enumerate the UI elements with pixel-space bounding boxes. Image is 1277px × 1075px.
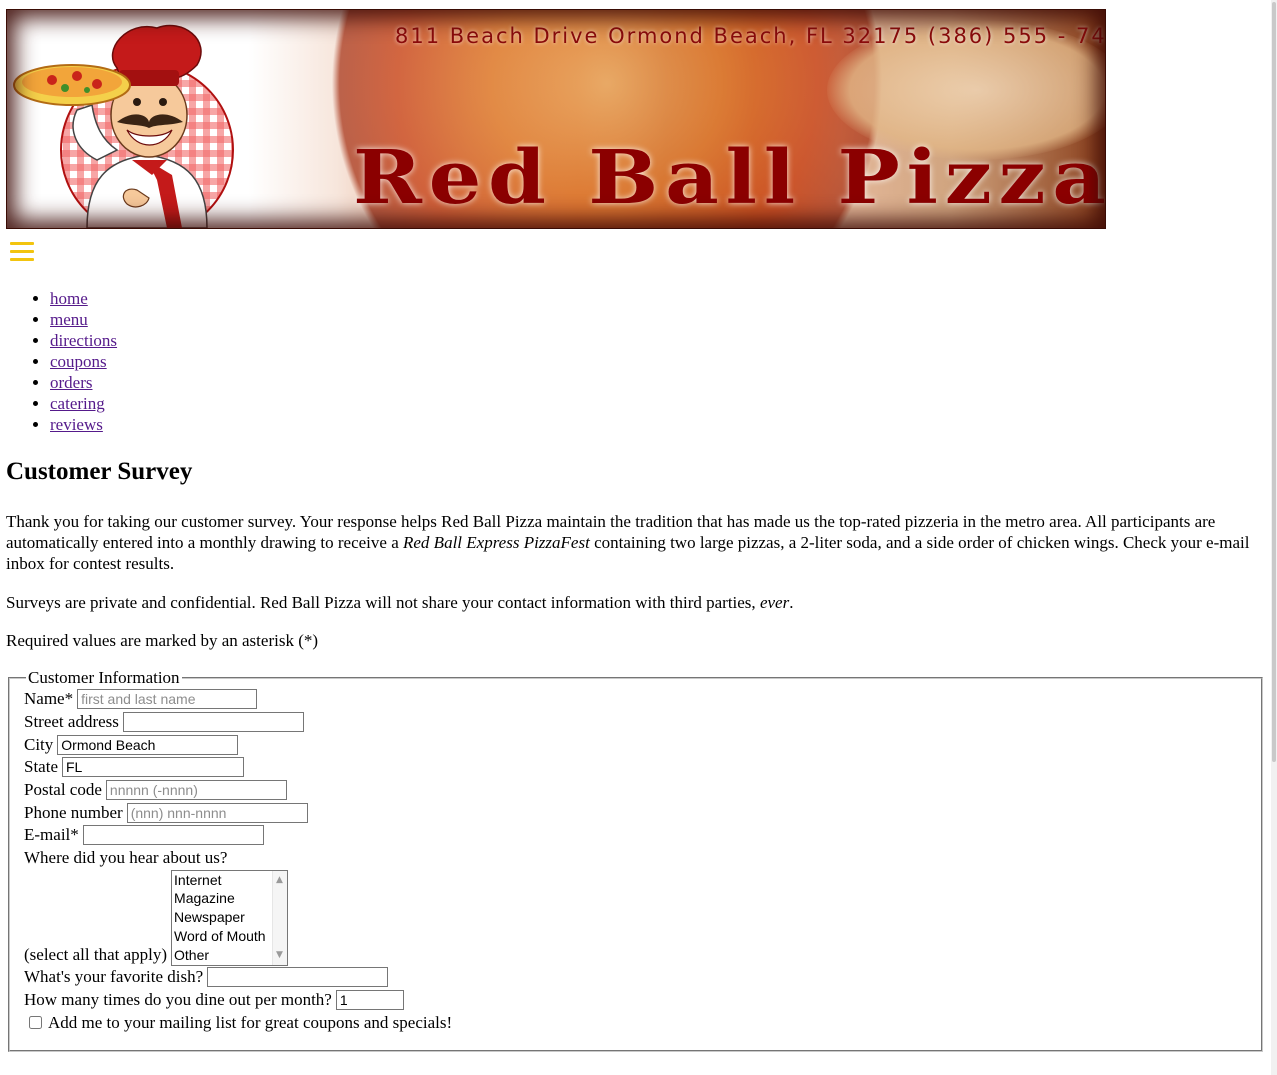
dine-label: How many times do you dine out per month… [24,989,332,1009]
postal-input[interactable] [105,780,287,801]
menu-bar [10,258,34,261]
postal-label: Postal code [24,780,102,800]
nav-link-reviews[interactable]: reviews [50,415,103,434]
source-label: Where did you hear about us? [24,848,228,868]
privacy-paragraph: Surveys are private and confidential. Re… [6,592,793,613]
dish-input[interactable] [207,966,389,987]
source-option[interactable]: Newspaper [174,908,287,927]
nav-link-menu[interactable]: menu [50,310,88,329]
mailing-row: Add me to your mailing list for great co… [24,1012,1261,1034]
postal-row: Postal code [24,779,1261,802]
nav-link-home[interactable]: home [50,289,88,308]
source-question-row: Where did you hear about us? [24,847,1261,870]
state-input[interactable] [62,757,244,778]
nav-item-home: home [50,288,117,309]
phone-label: Phone number [24,802,123,822]
header-banner: 811 Beach Drive Ormond Beach, FL 32175 (… [6,9,1106,229]
menu-bar [10,250,34,253]
source-select-row: (select all that apply) Internet Magazin… [24,869,1261,966]
dish-label: What's your favorite dish? [24,966,204,986]
dish-row: What's your favorite dish? [24,966,1261,989]
nav-item-orders: orders [50,372,117,393]
source-option[interactable]: Word of Mouth [174,927,287,946]
privacy-text: Surveys are private and confidential. Re… [6,593,760,612]
phone-row: Phone number [24,801,1261,824]
nav-item-menu: menu [50,309,117,330]
menu-bar [10,242,34,245]
city-label: City [24,734,54,754]
listbox-scrollbar[interactable]: ▲ ▼ [272,870,288,965]
nav-link-directions[interactable]: directions [50,331,117,350]
scroll-down-icon[interactable]: ▼ [276,946,283,965]
main-nav: home menu directions coupons orders cate… [6,288,117,435]
privacy-emphasis: ever [759,593,790,612]
email-row: E-mail* [24,824,1261,847]
dine-input[interactable] [335,989,404,1010]
nav-item-directions: directions [50,330,117,351]
customer-info-fieldset: Customer Information Name* Street addres… [8,668,1263,1052]
vertical-scrollbar[interactable] [1271,0,1277,1075]
nav-link-coupons[interactable]: coupons [50,352,107,371]
brand-title: Red Ball Pizza [353,135,1106,221]
mailing-checkbox[interactable] [29,1016,42,1030]
scroll-up-icon[interactable]: ▲ [276,871,283,890]
source-option[interactable]: Other [174,946,287,965]
nav-item-coupons: coupons [50,351,117,372]
source-option[interactable]: Magazine [174,889,287,908]
nav-item-reviews: reviews [50,414,117,435]
source-hint: (select all that apply) [24,944,168,964]
page: 811 Beach Drive Ormond Beach, FL 32175 (… [6,9,1264,1052]
fieldset-legend: Customer Information [28,668,180,687]
street-input[interactable] [122,712,304,733]
dine-row: How many times do you dine out per month… [24,988,1261,1011]
scrollbar-thumb[interactable] [1272,2,1276,762]
page-title: Customer Survey [6,458,193,485]
city-input[interactable] [57,734,239,755]
name-label: Name* [24,689,74,709]
name-row: Name* [24,688,1261,711]
required-note: Required values are marked by an asteris… [6,631,319,650]
street-row: Street address [24,711,1261,734]
city-row: City [24,733,1261,756]
intro-prize-name: Red Ball Express PizzaFest [403,533,590,552]
mailing-label: Add me to your mailing list for great co… [48,1012,453,1032]
nav-item-catering: catering [50,393,117,414]
source-listbox[interactable]: Internet Magazine Newspaper Word of Mout… [171,869,289,966]
source-option[interactable]: Internet [174,871,287,890]
nav-link-catering[interactable]: catering [50,394,105,413]
email-label: E-mail* [24,825,79,845]
privacy-period: . [789,593,794,612]
intro-paragraph: Thank you for taking our customer survey… [6,511,1264,574]
hamburger-menu-icon[interactable] [10,242,34,262]
nav-link-orders[interactable]: orders [50,373,92,392]
email-input[interactable] [82,825,264,846]
state-row: State [24,756,1261,779]
header-address: 811 Beach Drive Ormond Beach, FL 32175 (… [395,24,1106,48]
phone-input[interactable] [126,802,308,823]
state-label: State [24,757,58,777]
name-input[interactable] [77,689,258,710]
street-label: Street address [24,712,119,732]
chef-logo-icon [13,24,234,228]
